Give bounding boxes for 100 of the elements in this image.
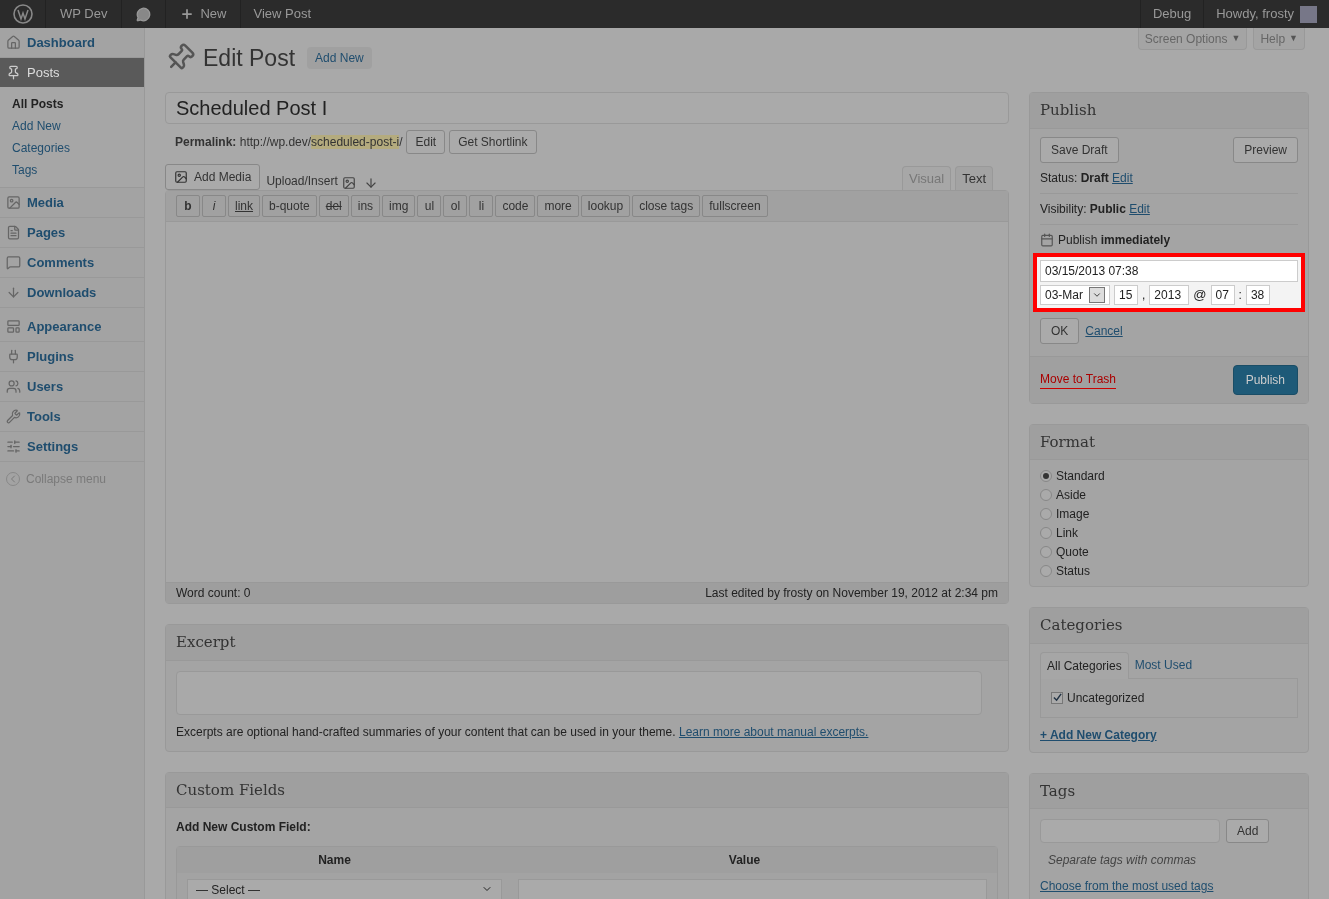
screen-meta-tab[interactable]: Help ▼ <box>1253 28 1305 50</box>
shortlink-button[interactable]: Get Shortlink <box>449 130 537 154</box>
pages-icon <box>6 225 21 240</box>
add-new-button[interactable]: Add New <box>307 47 372 69</box>
sidebar-item[interactable]: Users <box>0 372 144 401</box>
layout-icon <box>6 319 21 334</box>
column-header: Name <box>317 852 352 869</box>
add-button[interactable]: Add <box>1226 819 1270 843</box>
media-icon[interactable] <box>341 176 356 190</box>
month-select[interactable]: 03-Mar <box>1040 284 1110 305</box>
radio-button[interactable] <box>1040 564 1052 577</box>
download-icon[interactable] <box>363 176 378 190</box>
day-field[interactable]: 15 <box>1114 284 1138 305</box>
datetime-field[interactable]: 03/15/2013 07:38 <box>1040 259 1298 282</box>
sidebar-item[interactable]: Dashboard <box>0 28 144 57</box>
preview-button[interactable]: Preview <box>1233 136 1298 163</box>
quicktag-button[interactable]: fullscreen <box>702 195 768 217</box>
quicktag-button[interactable]: lookup <box>580 195 631 217</box>
radio-button[interactable] <box>1040 469 1052 482</box>
quicktag-button[interactable]: i <box>202 195 226 217</box>
radio-label: Aside <box>1056 486 1087 504</box>
most-used-tags-link[interactable]: Choose from the most used tags <box>1040 877 1298 895</box>
category-tab[interactable]: Most Used <box>1128 651 1199 679</box>
column-header: Value <box>727 852 762 869</box>
quicktag-button[interactable]: del <box>318 195 349 217</box>
radio-label: Quote <box>1056 543 1089 561</box>
quicktag-button[interactable]: img <box>382 195 416 217</box>
ok-button[interactable]: OK <box>1040 317 1080 344</box>
editor-tab[interactable]: Text <box>955 165 993 190</box>
sidebar-item[interactable]: Media <box>0 188 144 217</box>
quicktag-button[interactable]: code <box>495 195 536 217</box>
checkbox[interactable] <box>1051 691 1063 704</box>
edit-link[interactable]: Edit <box>1129 201 1150 216</box>
box-title: Categories <box>1030 608 1308 644</box>
sidebar-item[interactable]: Pages <box>0 218 144 247</box>
radio-button[interactable] <box>1040 488 1052 501</box>
excerpt-help-text: Excerpts are optional hand-crafted summaries of your content that can be used in your theme. Learn more about manual excerpts. <box>176 723 870 741</box>
title-field[interactable]: Scheduled Post I <box>165 92 1009 124</box>
quicktag-button[interactable]: ins <box>350 195 381 217</box>
hour-field[interactable]: 07 <box>1210 284 1235 305</box>
move-to-trash-link[interactable]: Move to Trash <box>1040 370 1117 389</box>
save-draft-button[interactable]: Save Draft <box>1040 136 1119 163</box>
publish-button[interactable]: Publish <box>1232 364 1298 395</box>
radio-button[interactable] <box>1040 545 1052 558</box>
sidebar-item[interactable]: Posts <box>0 58 144 87</box>
tags-hint: Separate tags with commas <box>1048 852 1198 869</box>
add-media-button[interactable]: Add Media <box>165 164 261 190</box>
word-count: Word count: 0 <box>176 585 251 602</box>
image-icon <box>6 195 21 210</box>
year-field[interactable]: 2013 <box>1149 284 1190 305</box>
quicktag-button[interactable]: close tags <box>632 195 701 217</box>
separator: : <box>1238 286 1242 304</box>
box-title: Excerpt <box>166 625 1008 661</box>
quicktag-button[interactable]: link <box>228 195 260 217</box>
edit-button[interactable]: Edit <box>406 130 446 154</box>
wrench-icon <box>6 409 21 424</box>
select-field[interactable]: — Select — <box>187 879 502 899</box>
users-icon <box>6 379 21 394</box>
radio-label: Standard <box>1056 467 1105 485</box>
view-post-link[interactable]: View Post <box>241 0 324 28</box>
schedule-text: Publish immediately <box>1058 231 1171 249</box>
quicktag-button[interactable]: more <box>537 195 579 217</box>
add-category-link[interactable]: + Add New Category <box>1040 725 1298 744</box>
sidebar-item[interactable]: Settings <box>0 432 144 461</box>
submenu-item[interactable]: Tags <box>0 159 144 181</box>
media-icon <box>174 170 188 184</box>
screen-meta-tab[interactable]: Screen Options ▼ <box>1137 28 1248 50</box>
submenu-item[interactable]: Categories <box>0 137 144 159</box>
sidebar-item[interactable]: Downloads <box>0 278 144 307</box>
radio-button[interactable] <box>1040 507 1052 520</box>
calendar-icon <box>1040 232 1054 247</box>
triangle-icon: ▼ <box>1289 31 1298 46</box>
category-tab[interactable]: All Categories <box>1040 651 1129 679</box>
page-title: Edit Post <box>203 43 296 73</box>
status-text: Status: Draft Edit <box>1040 162 1298 194</box>
edit-link[interactable]: Edit <box>1112 170 1133 185</box>
box-title: Tags <box>1030 773 1308 809</box>
quicktag-button[interactable]: ul <box>417 195 442 217</box>
speech-bubble-icon <box>6 255 21 270</box>
quicktag-button[interactable]: b <box>176 195 200 217</box>
new-link[interactable]: New <box>166 0 242 28</box>
upload-insert-label: Upload/Insert <box>266 173 338 190</box>
radio-button[interactable] <box>1040 526 1052 539</box>
quicktag-button[interactable]: b-quote <box>262 195 317 217</box>
submenu-item[interactable]: All Posts <box>0 93 144 115</box>
sidebar-item[interactable]: Plugins <box>0 342 144 371</box>
down-arrow-icon <box>6 285 21 300</box>
quicktag-button[interactable]: ol <box>443 195 468 217</box>
at-sign: @ <box>1193 285 1207 304</box>
cancel-link[interactable]: Cancel <box>1085 321 1123 340</box>
plus-icon <box>180 7 195 21</box>
submenu-item[interactable]: Add New <box>0 115 144 137</box>
sidebar-item[interactable]: Appearance <box>0 312 144 341</box>
minute-field[interactable]: 38 <box>1245 284 1270 305</box>
quicktag-button[interactable]: li <box>469 195 494 217</box>
box-title: Format <box>1030 424 1308 460</box>
excerpt-link[interactable]: Learn more about manual excerpts. <box>678 724 869 739</box>
last-edited-text: Last edited by frosty on November 19, 2012 at 2:34 pm <box>705 585 998 602</box>
sidebar-item[interactable]: Comments <box>0 248 144 277</box>
sidebar-item[interactable]: Tools <box>0 402 144 431</box>
